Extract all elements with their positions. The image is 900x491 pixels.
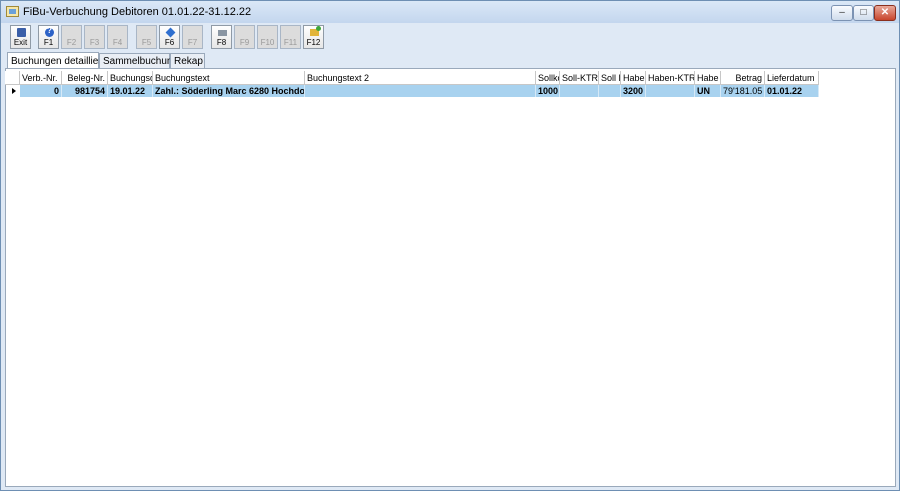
folder-icon — [310, 26, 321, 36]
help-icon — [45, 26, 54, 37]
column-header[interactable]: Beleg-Nr. — [62, 71, 108, 85]
toolbar: Exit F1 F2 F3 F4 F5 F6 F7 F8 F9 — [5, 24, 895, 50]
f9-button[interactable]: F9 — [234, 25, 255, 49]
column-header[interactable]: Buchungstext — [153, 71, 305, 85]
f10-button[interactable]: F10 — [257, 25, 278, 49]
f2-button[interactable]: F2 — [61, 25, 82, 49]
cell-haben-ktr[interactable] — [646, 85, 695, 97]
cell-haben[interactable]: 3200 — [621, 85, 646, 97]
column-header[interactable]: Betrag — [721, 71, 765, 85]
row-header-corner — [5, 71, 20, 85]
column-header[interactable]: Buchungsd — [108, 71, 153, 85]
cell-soll-k[interactable] — [599, 85, 621, 97]
title-bar[interactable]: FiBu-Verbuchung Debitoren 01.01.22-31.12… — [1, 1, 899, 23]
maximize-button[interactable]: □ — [853, 5, 874, 21]
column-header[interactable]: Lieferdatum — [765, 71, 819, 85]
column-header[interactable]: Haben — [621, 71, 646, 85]
printer-icon — [218, 30, 227, 36]
column-header[interactable]: Verb.-Nr. — [20, 71, 62, 85]
cell-soll-ktr[interactable] — [560, 85, 599, 97]
tab-buchungen-detailliert[interactable]: Buchungen detailliert — [7, 52, 104, 69]
column-header[interactable]: Buchungstext 2 — [305, 71, 536, 85]
f8-button[interactable]: F8 — [211, 25, 232, 49]
exit-button[interactable]: Exit — [10, 25, 31, 49]
current-row-arrow-icon — [12, 88, 16, 94]
close-button[interactable]: ✕ — [874, 5, 896, 21]
cell-sollkonto[interactable]: 1000 — [536, 85, 560, 97]
tab-rekap[interactable]: Rekap — [170, 53, 205, 69]
window-title: FiBu-Verbuchung Debitoren 01.01.22-31.12… — [23, 6, 252, 18]
column-header[interactable]: Sollko — [536, 71, 560, 85]
minimize-button[interactable]: – — [831, 5, 853, 21]
column-header[interactable]: Habe — [695, 71, 721, 85]
cell-buchungstext-2[interactable] — [305, 85, 536, 97]
cell-lieferdatum[interactable]: 01.01.22 — [765, 85, 819, 97]
column-header[interactable]: Soll K — [599, 71, 621, 85]
grid-pane[interactable] — [5, 68, 896, 487]
cell-betrag[interactable]: 79'181.05 — [721, 85, 765, 97]
f3-button[interactable]: F3 — [84, 25, 105, 49]
f4-button[interactable]: F4 — [107, 25, 128, 49]
column-header[interactable]: Soll-KTR — [560, 71, 599, 85]
main-window: FiBu-Verbuchung Debitoren 01.01.22-31.12… — [0, 0, 900, 491]
cell-beleg-nr[interactable]: 981754 — [62, 85, 108, 97]
f11-button[interactable]: F11 — [280, 25, 301, 49]
tab-sammelbuchung[interactable]: Sammelbuchung — [99, 53, 178, 69]
table-row[interactable]: 0 981754 19.01.22 Zahl.: Söderling Marc … — [19, 85, 819, 97]
row-selector[interactable] — [5, 85, 20, 97]
f7-button[interactable]: F7 — [182, 25, 203, 49]
f5-button[interactable]: F5 — [136, 25, 157, 49]
cell-habe[interactable]: UN — [695, 85, 721, 97]
exit-icon — [17, 28, 26, 37]
f6-button[interactable]: F6 — [159, 25, 180, 49]
cell-buchungsdatum[interactable]: 19.01.22 — [108, 85, 153, 97]
app-icon — [6, 6, 19, 17]
f1-button[interactable]: F1 — [38, 25, 59, 49]
column-header[interactable]: Haben-KTR — [646, 71, 695, 85]
cell-verb-nr[interactable]: 0 — [20, 85, 62, 97]
f12-button[interactable]: F12 — [303, 25, 324, 49]
diamond-icon — [165, 27, 176, 38]
cell-buchungstext[interactable]: Zahl.: Söderling Marc 6280 Hochdorf — [153, 85, 305, 97]
